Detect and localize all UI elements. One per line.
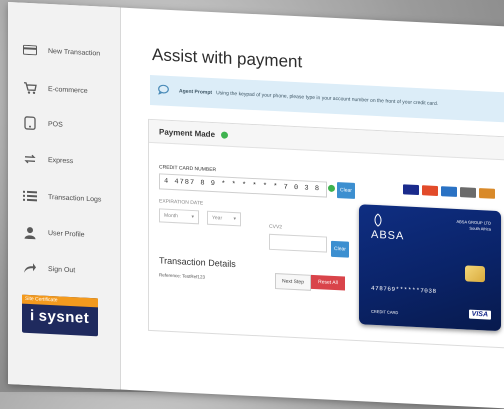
- visa-logo: [403, 184, 419, 196]
- chevron-down-icon: ▾: [191, 213, 194, 221]
- app-window: New Transaction E-commerce POS Express T…: [8, 2, 504, 409]
- next-step-button[interactable]: Next Step: [275, 273, 311, 291]
- brand-name: i sysnet: [22, 304, 98, 328]
- cvv-clear-button[interactable]: Clear: [331, 240, 349, 258]
- sidebar-item-ecommerce[interactable]: E-commerce: [22, 75, 118, 106]
- sidebar-item-label: New Transaction: [48, 47, 101, 58]
- year-placeholder: Year: [212, 214, 223, 222]
- cvv-input[interactable]: [269, 233, 327, 253]
- transaction-details-title: Transaction Details: [159, 255, 236, 270]
- sidebar-item-express[interactable]: Express: [22, 146, 118, 177]
- sidebar-item-sign-out[interactable]: Sign Out: [22, 255, 118, 286]
- mastercard-logo: [422, 185, 438, 197]
- credit-card-input[interactable]: 4 4787 8 9 * * * * * * 7 0 3 8: [159, 173, 327, 198]
- reference-text: Reference: TestRef123: [159, 272, 205, 280]
- cc-label: CREDIT CARD NUMBER: [159, 164, 217, 174]
- card-issuer-line2: South Africa: [469, 225, 491, 232]
- card-number: 478769******7038: [371, 284, 437, 295]
- sidebar: New Transaction E-commerce POS Express T…: [8, 2, 121, 390]
- valid-check-icon: [328, 184, 335, 192]
- expiry-label: EXPIRATION DATE: [159, 198, 204, 207]
- agent-prompt-text: Using the keypad of your phone, please t…: [216, 90, 439, 108]
- cart-icon: [22, 81, 38, 96]
- sidebar-item-user-profile[interactable]: User Profile: [22, 219, 118, 250]
- cc-clear-button[interactable]: Clear: [337, 182, 355, 199]
- card-chip: [465, 265, 485, 283]
- agent-prompt: Agent Prompt Using the keypad of your ph…: [150, 74, 504, 123]
- site-certificate-badge[interactable]: Site Certificate i sysnet: [22, 294, 98, 337]
- sidebar-item-pos[interactable]: POS: [22, 110, 118, 141]
- payment-panel: Payment Made CREDIT CARD NUMBER 4 4787 8…: [148, 118, 504, 349]
- chevron-down-icon: ▾: [233, 216, 236, 223]
- list-icon: [22, 189, 38, 204]
- main-content: Assist with payment Agent Prompt Using t…: [130, 8, 504, 408]
- reset-all-button[interactable]: Reset All: [311, 274, 345, 291]
- user-icon: [22, 225, 38, 240]
- sidebar-item-new-transaction[interactable]: New Transaction: [22, 37, 118, 68]
- status-success-icon: [221, 130, 229, 139]
- sidebar-item-label: Transaction Logs: [48, 193, 102, 204]
- card-logos: [403, 184, 498, 199]
- diners-logo: [460, 187, 476, 198]
- cvv-label: CVV2: [269, 223, 283, 231]
- absa-emblem-icon: [371, 213, 385, 231]
- brand-text: sysnet: [38, 307, 90, 327]
- brand-mark: i: [30, 307, 35, 325]
- month-select[interactable]: Month ▾: [159, 208, 199, 225]
- credit-card-preview: ABSA ABSA GROUP LTD South Africa 478769*…: [359, 204, 501, 332]
- chat-icon: [157, 84, 169, 98]
- card-issuer: ABSA GROUP LTD South Africa: [456, 219, 491, 233]
- card-icon: [22, 43, 38, 58]
- year-select[interactable]: Year ▾: [207, 210, 241, 227]
- sidebar-item-label: Express: [48, 156, 74, 165]
- panel-title: Payment Made: [159, 126, 216, 139]
- sidebar-item-transaction-logs[interactable]: Transaction Logs: [22, 183, 118, 214]
- card-network: VISA: [468, 309, 491, 320]
- phone-icon: [22, 116, 38, 131]
- express-icon: [22, 152, 38, 167]
- signout-icon: [22, 261, 38, 276]
- panel-header: Payment Made: [149, 119, 504, 161]
- month-placeholder: Month: [164, 212, 178, 220]
- sidebar-item-label: User Profile: [48, 229, 85, 239]
- discover-logo: [479, 188, 495, 199]
- card-type: CREDIT CARD: [371, 308, 399, 316]
- sidebar-item-label: E-commerce: [48, 85, 88, 95]
- amex-logo: [441, 186, 457, 197]
- sidebar-item-label: POS: [48, 120, 63, 129]
- page-title: Assist with payment: [152, 45, 303, 72]
- card-bank-name: ABSA: [371, 228, 405, 243]
- agent-prompt-label: Agent Prompt: [179, 88, 213, 96]
- sidebar-item-label: Sign Out: [48, 265, 76, 274]
